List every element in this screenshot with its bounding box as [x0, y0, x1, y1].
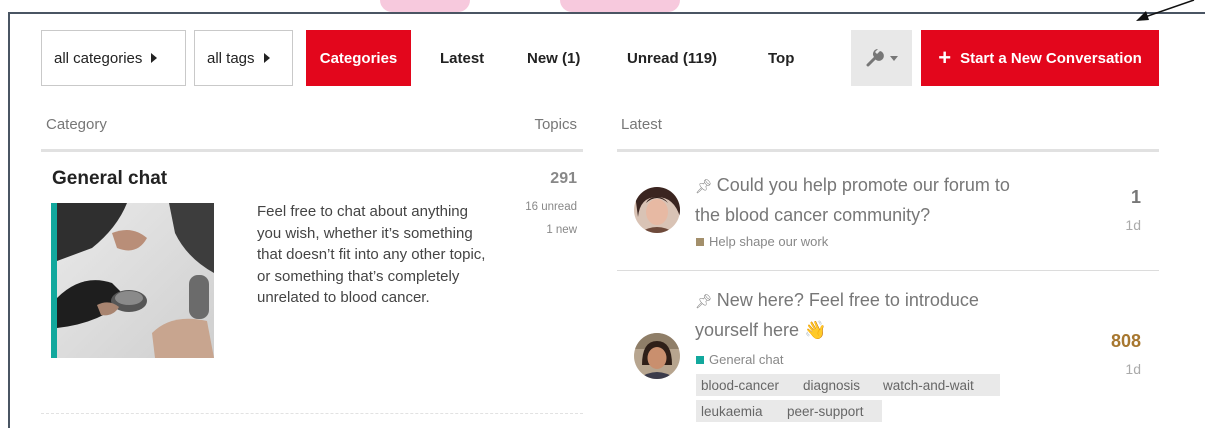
pin-icon: 📌︎ — [695, 293, 713, 309]
tag-label: blood-cancer — [701, 377, 780, 393]
activity-age[interactable]: 1d — [1125, 217, 1141, 233]
tag-label: watch-and-wait — [883, 377, 974, 393]
background-decoration — [380, 0, 470, 12]
all-tags-dropdown[interactable]: all tags — [194, 30, 293, 86]
tag-blood-cancer[interactable]: blood-cancer — [696, 374, 798, 396]
start-new-conversation-button[interactable]: + Start a New Conversation — [921, 30, 1159, 86]
activity-age[interactable]: 1d — [1125, 361, 1141, 377]
avatar[interactable] — [634, 333, 680, 379]
topic-title-link[interactable]: 📌︎ Could you help promote our forum to th… — [695, 171, 1025, 230]
all-categories-dropdown[interactable]: all categories — [41, 30, 186, 86]
avatar[interactable] — [634, 187, 680, 233]
caret-right-icon — [151, 53, 158, 63]
topic-category-badge[interactable]: General chat — [696, 352, 783, 367]
header-divider — [617, 149, 1159, 152]
tag-watch-and-wait[interactable]: watch-and-wait — [878, 374, 1000, 396]
window-border — [8, 12, 1205, 14]
tag-peer-support[interactable]: peer-support — [782, 400, 882, 422]
category-description: Feel free to chat about anything you wis… — [257, 203, 486, 306]
tag-label: leukaemia — [701, 403, 763, 419]
category-badge-label: General chat — [709, 352, 784, 367]
dropdown-label: all tags — [207, 49, 255, 67]
new-count-link[interactable]: 1 new — [546, 224, 577, 236]
topic-count: 291 — [550, 170, 577, 187]
tag-diagnosis[interactable]: diagnosis — [798, 374, 878, 396]
window-border — [8, 12, 10, 428]
row-divider — [41, 413, 583, 414]
topics-column-header: Topics — [534, 116, 577, 133]
reply-count[interactable]: 1 — [1131, 187, 1141, 208]
topic-title-text: Could you help promote our forum to the … — [695, 175, 1010, 225]
category-image — [51, 203, 214, 358]
category-title-general-chat[interactable]: General chat — [52, 168, 167, 190]
latest-column-header: Latest — [621, 116, 662, 133]
nav-categories[interactable]: Categories — [306, 30, 411, 86]
nav-new[interactable]: New (1) — [527, 30, 580, 86]
tag-label: peer-support — [787, 403, 864, 419]
reply-count[interactable]: 808 — [1111, 331, 1141, 352]
tag-leukaemia[interactable]: leukaemia — [696, 400, 782, 422]
admin-menu-button[interactable] — [851, 30, 912, 86]
nav-latest[interactable]: Latest — [440, 30, 484, 86]
annotation-arrow-icon — [1136, 0, 1195, 21]
button-label: Start a New Conversation — [960, 49, 1142, 67]
background-decoration — [560, 0, 680, 12]
unread-count-link[interactable]: 16 unread — [525, 201, 577, 213]
nav-unread[interactable]: Unread (119) — [627, 30, 717, 86]
wrench-icon — [866, 49, 884, 67]
dropdown-label: all categories — [54, 49, 143, 67]
category-color-icon — [696, 237, 704, 246]
caret-right-icon — [263, 53, 270, 63]
category-column-header: Category — [46, 116, 107, 133]
tag-label: diagnosis — [803, 377, 861, 393]
pin-icon: 📌︎ — [695, 178, 713, 194]
nav-top[interactable]: Top — [768, 30, 794, 86]
category-color-icon — [696, 355, 704, 364]
topic-title-text: New here? Feel free to introduce yoursel… — [695, 290, 979, 340]
category-badge-label: Help shape our work — [709, 234, 829, 249]
chevron-down-icon — [890, 55, 898, 61]
header-divider — [41, 149, 583, 152]
plus-icon: + — [938, 45, 952, 70]
topic-category-badge[interactable]: Help shape our work — [696, 234, 828, 249]
topic-title-link[interactable]: 📌︎ New here? Feel free to introduce yours… — [695, 286, 1025, 345]
row-divider — [617, 270, 1159, 271]
